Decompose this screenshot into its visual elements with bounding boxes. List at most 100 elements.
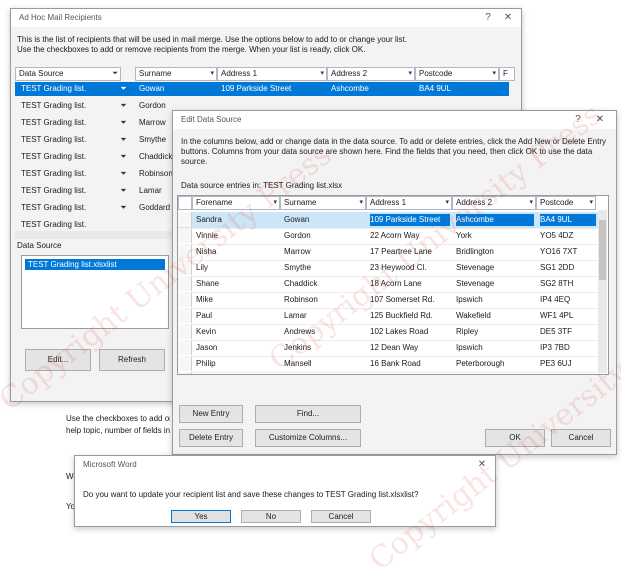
row-surname[interactable]: Gowan [284,214,364,226]
column-header-address-2[interactable]: Address 2 ▾ [452,196,536,210]
row-selector[interactable] [178,228,192,243]
table-row[interactable]: Jason Jenkins 12 Dean Way Ipswich IP3 7BD [178,340,598,357]
row-address-2[interactable]: Ripley [456,326,534,338]
row-postcode[interactable]: WF1 4PL [540,310,596,322]
row-address-2[interactable]: Ipswich [456,294,534,306]
help-button[interactable]: ? [571,113,585,126]
row-surname[interactable]: Andrews [284,326,364,338]
row-address-2[interactable]: Wakefield [456,310,534,322]
scrollbar-thumb[interactable] [599,220,606,280]
table-row[interactable]: Vinnie Gordon 22 Acorn Way York YO5 4DZ [178,228,598,245]
row-forename[interactable]: Lily [196,262,278,274]
row-postcode[interactable]: SG1 2DD [540,262,596,274]
row-address-1[interactable]: 18 Acorn Lane [370,278,450,290]
row-surname[interactable]: Jenkins [284,342,364,354]
row-address-1[interactable]: 22 Acorn Way [370,230,450,242]
row-address-2[interactable]: York [456,230,534,242]
column-header-surname[interactable]: Surname ▾ [280,196,366,210]
horizontal-scrollbar[interactable] [15,231,175,239]
find-button[interactable]: Find... [255,405,361,423]
row-postcode[interactable]: PE3 6UJ [540,358,596,370]
row-postcode[interactable]: IP4 4EQ [540,294,596,306]
row-selector[interactable] [178,276,192,291]
row-selector[interactable] [178,372,192,374]
row-surname[interactable]: Lamar [284,310,364,322]
table-row[interactable]: Mike Robinson 107 Somerset Rd. Ipswich IP4 4… [178,292,598,309]
table-row[interactable]: Nisha Marrow 17 Peartree Lane Bridlington YO… [178,244,598,261]
row-address-1[interactable]: 23 Heywood Cl. [370,262,450,274]
row-address-2[interactable]: Stevenage [456,278,534,290]
column-header-forename[interactable]: Forename ▾ [192,196,280,210]
row-address-1[interactable]: 16 Bank Road [370,358,450,370]
row-surname[interactable]: Chaddick [284,278,364,290]
row-address-1[interactable]: 107 Somerset Rd. [370,294,450,306]
edit-button[interactable]: Edit... [25,349,91,371]
row-surname[interactable]: Smythe [284,262,364,274]
row-address-2[interactable]: Bridlington [456,246,534,258]
table-row[interactable]: Shane Chaddick 18 Acorn Lane Stevenage SG2 8… [178,276,598,293]
row-address-2[interactable]: Stevenage [456,262,534,274]
ok-button[interactable]: OK [485,429,545,447]
row-address-1[interactable] [370,374,450,375]
row-selector[interactable] [178,324,192,339]
row-address-1[interactable]: 102 Lakes Road [370,326,450,338]
row-address-2[interactable] [456,374,534,375]
row-surname[interactable]: Goddard [284,374,364,375]
close-button[interactable]: ✕ [475,458,489,471]
row-address-2[interactable]: Ashcombe [456,214,534,226]
close-button[interactable]: ✕ [501,11,515,24]
row-surname[interactable]: Mansell [284,358,364,370]
row-forename[interactable]: Vinnie [196,230,278,242]
column-header-address-1[interactable]: Address 1 ▾ [366,196,452,210]
row-forename[interactable]: Philip [196,358,278,370]
no-button[interactable]: No [241,510,301,523]
data-source-item[interactable]: TEST Grading list.xlsxlist [25,259,165,270]
row-forename[interactable]: Kevin [196,326,278,338]
row-selector[interactable] [178,308,192,323]
row-selector[interactable] [178,292,192,307]
table-row[interactable]: Kevin Andrews 102 Lakes Road Ripley DE5 3TF [178,324,598,341]
cancel-button[interactable]: Cancel [551,429,611,447]
row-surname[interactable]: Gordon [284,230,364,242]
row-forename[interactable]: Sandra [196,214,278,226]
row-surname[interactable]: Marrow [284,246,364,258]
column-header-surname[interactable]: Surname ▾ [135,67,217,81]
row-address-2[interactable]: Peterborough [456,358,534,370]
customize-columns-button[interactable]: Customize Columns... [255,429,361,447]
row-postcode[interactable]: SG2 8TH [540,278,596,290]
row-postcode[interactable]: YO16 7XT [540,246,596,258]
column-header-data-source[interactable]: Data Source ⏷ [15,67,121,81]
column-header-postcode[interactable]: Postcode ▾ [536,196,596,210]
table-row-selected[interactable]: Sandra Gowan 109 Parkside Street Ashcombe BA… [178,212,598,229]
row-selector[interactable] [178,260,192,275]
row-address-1[interactable]: 109 Parkside Street [370,214,450,226]
row-postcode[interactable]: DE5 3TF [540,326,596,338]
close-button[interactable]: ✕ [593,113,607,126]
row-forename[interactable]: Shane [196,278,278,290]
table-row[interactable]: Philip Mansell 16 Bank Road Peterborough PE3… [178,356,598,373]
row-selector[interactable] [178,356,192,371]
column-header-address-2[interactable]: Address 2 ▾ [327,67,415,81]
delete-entry-button[interactable]: Delete Entry [179,429,243,447]
row-forename[interactable]: Jason [196,342,278,354]
row-address-2[interactable]: Ipswich [456,342,534,354]
table-row[interactable]: Rob Goddard [178,372,598,375]
row-forename[interactable]: Rob [196,374,278,375]
row-postcode[interactable] [540,374,596,375]
row-forename[interactable]: Mike [196,294,278,306]
row-postcode[interactable]: IP3 7BD [540,342,596,354]
row-selector[interactable] [178,212,192,227]
row-address-1[interactable]: 12 Dean Way [370,342,450,354]
row-surname[interactable]: Robinson [284,294,364,306]
row-address-1[interactable]: 125 Buckfield Rd. [370,310,450,322]
row-selector[interactable] [178,244,192,259]
data-source-list[interactable]: TEST Grading list.xlsxlist [21,255,169,329]
row-postcode[interactable]: YO5 4DZ [540,230,596,242]
table-row[interactable]: Lily Smythe 23 Heywood Cl. Stevenage SG1 2DD [178,260,598,277]
row-address-1[interactable]: 17 Peartree Lane [370,246,450,258]
row-forename[interactable]: Paul [196,310,278,322]
column-header-f[interactable]: F [499,67,515,81]
new-entry-button[interactable]: New Entry [179,405,243,423]
table-row[interactable]: Paul Lamar 125 Buckfield Rd. Wakefield WF1 4… [178,308,598,325]
cancel-button[interactable]: Cancel [311,510,371,523]
